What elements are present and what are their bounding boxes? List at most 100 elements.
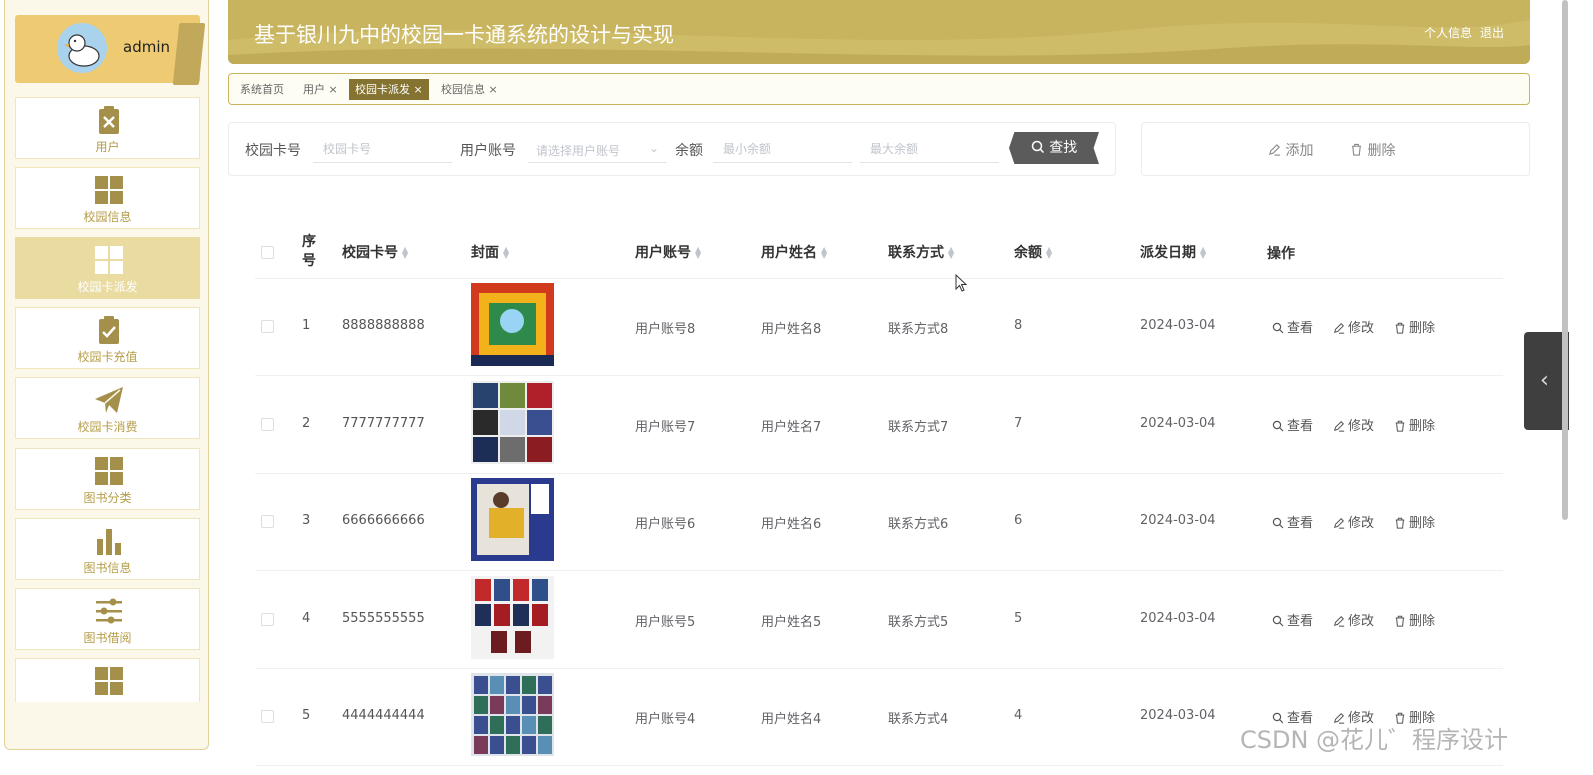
edit-icon <box>1333 420 1345 432</box>
delete-button[interactable]: 删除 <box>1350 140 1395 160</box>
sidebar-item-more[interactable] <box>15 658 200 702</box>
trash-icon <box>1395 517 1405 529</box>
sidebar-item-card-issue[interactable]: 校园卡派发 <box>15 237 200 299</box>
avatar[interactable] <box>57 23 107 73</box>
row-checkbox[interactable] <box>261 710 274 723</box>
row-delete-button[interactable]: 删除 <box>1394 512 1435 531</box>
duck-icon <box>64 34 100 67</box>
column-account-label: 用户账号 <box>635 245 691 261</box>
column-name[interactable]: 用户姓名 ▲ ▼ <box>761 242 827 262</box>
cover-image[interactable] <box>471 575 554 659</box>
tab-card-issue[interactable]: 校园卡派发 × <box>349 79 429 100</box>
add-button-label: 添加 <box>1285 143 1314 159</box>
logout-link[interactable]: 退出 <box>1480 26 1504 40</box>
column-balance[interactable]: 余额 ▲ ▼ <box>1014 242 1052 262</box>
account-select[interactable]: 请选择用户账号 ⌄ <box>528 135 667 163</box>
view-button[interactable]: 查看 <box>1272 512 1313 531</box>
search-icon <box>1272 322 1284 334</box>
add-button[interactable]: 添加 <box>1268 140 1313 160</box>
trash-icon <box>1395 322 1405 334</box>
cover-image[interactable] <box>471 283 554 366</box>
view-button[interactable]: 查看 <box>1272 610 1313 629</box>
sidebar-item-users[interactable]: 用户 <box>15 97 200 159</box>
column-account[interactable]: 用户账号 ▲ ▼ <box>635 242 701 262</box>
sidebar-item-book-info[interactable]: 图书信息 <box>15 518 200 580</box>
column-contact[interactable]: 联系方式 ▲ ▼ <box>888 242 954 262</box>
cover-image[interactable] <box>471 380 554 464</box>
sidebar-item-label: 校园卡派发 <box>77 280 138 294</box>
cell-date: 2024-03-04 <box>1140 708 1216 723</box>
edit-button-label: 修改 <box>1348 418 1375 434</box>
cell-card-no: 5555555555 <box>342 610 425 626</box>
row-delete-button[interactable]: 删除 <box>1394 415 1435 434</box>
cell-date: 2024-03-04 <box>1140 415 1216 431</box>
edit-button[interactable]: 修改 <box>1333 512 1374 531</box>
edit-button[interactable]: 修改 <box>1333 610 1374 629</box>
cell-account: 用户账号8 <box>635 322 696 337</box>
tab-campus-info[interactable]: 校园信息 × <box>435 79 504 100</box>
page-scrollbar[interactable] <box>1562 0 1568 520</box>
min-balance-input[interactable] <box>713 135 852 163</box>
edit-button[interactable]: 修改 <box>1333 317 1374 336</box>
sidebar-item-book-category[interactable]: 图书分类 <box>15 448 200 510</box>
sidebar-item-label: 图书借阅 <box>83 631 132 645</box>
column-cover[interactable]: 封面 ▲ ▼ <box>471 242 509 262</box>
cell-contact: 联系方式7 <box>888 419 949 435</box>
action-panel: 添加 删除 <box>1141 122 1530 176</box>
select-all-checkbox[interactable] <box>261 246 274 259</box>
row-delete-button[interactable]: 删除 <box>1394 317 1435 336</box>
search-panel: 校园卡号 用户账号 请选择用户账号 ⌄ 余额 查找 <box>228 122 1116 176</box>
watermark: CSDN @花儿゛程序设计 <box>1240 726 1509 754</box>
search-icon <box>1272 517 1284 529</box>
edit-button-label: 修改 <box>1348 613 1375 629</box>
column-date[interactable]: 派发日期 ▲ ▼ <box>1140 242 1206 262</box>
edit-icon <box>1333 615 1345 627</box>
cell-index: 4 <box>302 610 311 626</box>
sidebar-item-campus-info[interactable]: 校园信息 <box>15 167 200 229</box>
sidebar-item-card-recharge[interactable]: 校园卡充值 <box>15 307 200 369</box>
cover-image[interactable] <box>471 673 554 756</box>
tab-users[interactable]: 用户 × <box>297 79 344 100</box>
sidebar-item-label: 校园卡消费 <box>77 420 138 434</box>
user-card-fold <box>172 23 206 85</box>
cell-contact: 联系方式4 <box>888 712 949 727</box>
page-title: 基于银川九中的校园一卡通系统的设计与实现 <box>254 23 674 47</box>
cell-contact: 联系方式5 <box>888 614 949 630</box>
search-button-label: 查找 <box>1049 140 1078 156</box>
max-balance-input[interactable] <box>860 135 999 163</box>
view-button[interactable]: 查看 <box>1272 317 1313 336</box>
sidebar-item-label: 校园卡充值 <box>77 350 138 364</box>
cell-index: 3 <box>302 513 311 528</box>
row-checkbox[interactable] <box>261 515 274 528</box>
view-button-label: 查看 <box>1287 516 1314 531</box>
profile-link[interactable]: 个人信息 <box>1424 26 1472 40</box>
sidebar-item-book-borrow[interactable]: 图书借阅 <box>15 588 200 650</box>
username[interactable]: admin <box>123 38 170 56</box>
row-checkbox[interactable] <box>261 417 274 431</box>
grid-icon <box>95 176 123 204</box>
row-checkbox[interactable] <box>261 612 274 626</box>
cell-name: 用户姓名4 <box>761 712 822 727</box>
sidebar-item-label: 用户 <box>95 140 120 154</box>
cell-date: 2024-03-04 <box>1140 513 1216 528</box>
view-button[interactable]: 查看 <box>1272 415 1313 434</box>
row-delete-button[interactable]: 删除 <box>1394 610 1435 629</box>
search-icon <box>1272 420 1284 431</box>
column-card-no[interactable]: 校园卡号 ▲ ▼ <box>342 242 408 262</box>
search-button[interactable]: 查找 <box>1009 132 1099 164</box>
mouse-cursor-icon <box>955 274 968 292</box>
cell-account: 用户账号5 <box>635 614 696 630</box>
table-row: 3 6666666666 用户账号6 用户姓名6 联系方式6 6 2024-03-04 查看 修… <box>255 473 1503 571</box>
sidebar-item-card-consume[interactable]: 校园卡消费 <box>15 377 200 439</box>
cell-card-no: 7777777777 <box>342 415 425 431</box>
trash-icon <box>1395 420 1405 432</box>
row-checkbox[interactable] <box>261 320 274 333</box>
cell-balance: 7 <box>1014 415 1023 431</box>
tab-home[interactable]: 系统首页 <box>234 79 290 100</box>
cell-date: 2024-03-04 <box>1140 318 1216 333</box>
cover-image[interactable] <box>471 478 554 561</box>
cell-index: 2 <box>302 415 311 431</box>
card-no-input[interactable] <box>313 135 452 163</box>
column-balance-label: 余额 <box>1014 245 1042 261</box>
edit-button[interactable]: 修改 <box>1333 415 1374 434</box>
